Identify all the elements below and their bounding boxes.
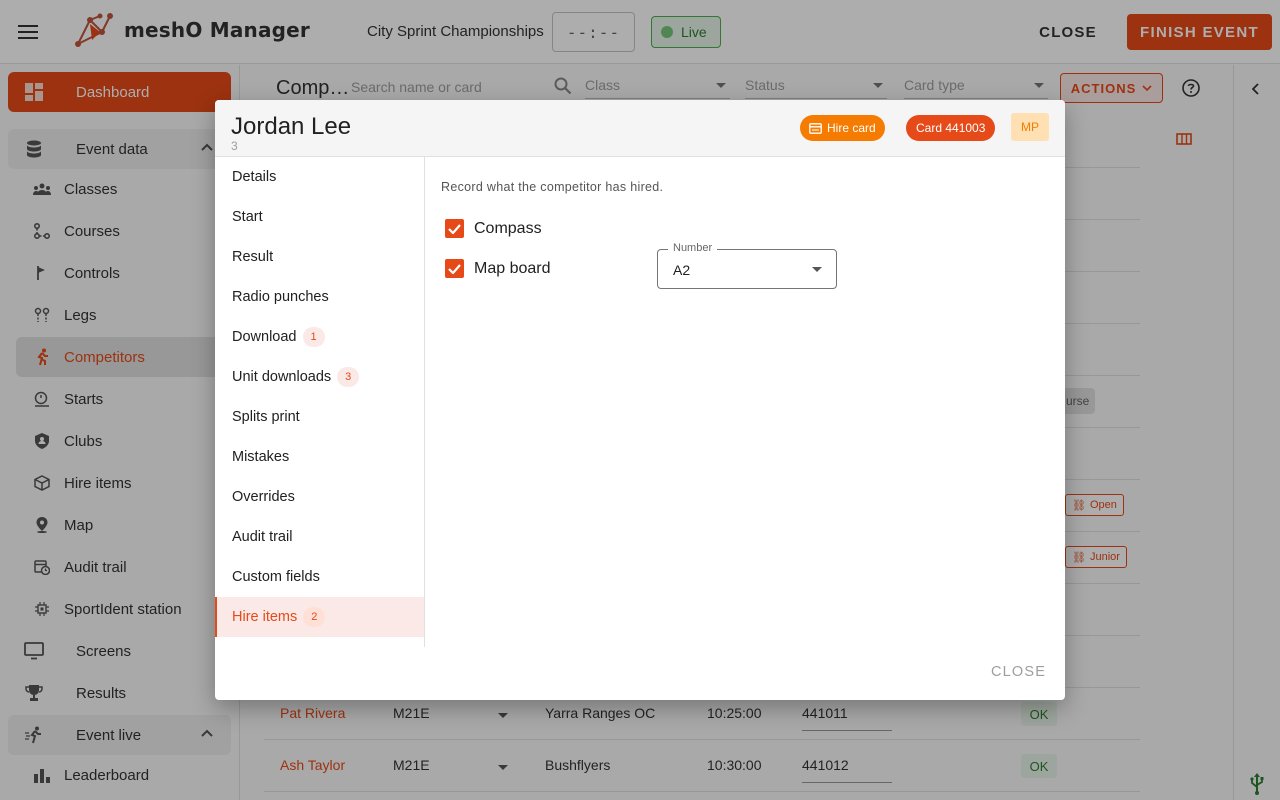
hire-items-panel: Record what the competitor has hired. Co… [425, 157, 1065, 647]
checkbox-checked-icon[interactable] [445, 259, 464, 278]
hire-card-chip[interactable]: Hire card [800, 115, 885, 141]
card-number-chip[interactable]: Card 441003 [906, 115, 996, 141]
map-board-number-select[interactable]: Number A2 [657, 242, 837, 289]
dialog-tab-custom-fields[interactable]: Custom fields [215, 557, 424, 597]
field-label: Number [668, 242, 718, 254]
dialog-tab-download[interactable]: Download 1 [215, 317, 424, 357]
competitor-name-title: Jordan Lee [231, 113, 352, 140]
card-icon [809, 122, 822, 134]
checkbox-checked-icon[interactable] [445, 219, 464, 238]
count-badge: 2 [303, 607, 326, 627]
competitor-dialog: Jordan Lee 3 Hire card Card 441003 MP De… [215, 100, 1065, 700]
count-badge: 1 [302, 327, 325, 347]
dialog-tab-unit-downloads[interactable]: Unit downloads 3 [215, 357, 424, 397]
mp-status-badge: MP [1011, 113, 1049, 141]
dialog-tab-details[interactable]: Details [215, 157, 424, 197]
compass-checkbox-row[interactable]: Compass [445, 219, 542, 238]
map-board-checkbox-row[interactable]: Map board [445, 259, 551, 278]
dialog-tab-overrides[interactable]: Overrides [215, 477, 424, 517]
competitor-number: 3 [231, 139, 238, 153]
checkbox-label: Map board [474, 259, 551, 277]
dialog-close-button[interactable]: CLOSE [991, 664, 1046, 680]
dialog-tab-audit-trail[interactable]: Audit trail [215, 517, 424, 557]
count-badge: 3 [337, 367, 360, 387]
dialog-header: Jordan Lee 3 Hire card Card 441003 MP [215, 100, 1065, 157]
checkbox-label: Compass [474, 219, 542, 237]
dialog-tab-splits-print[interactable]: Splits print [215, 397, 424, 437]
dialog-tab-start[interactable]: Start [215, 197, 424, 237]
dropdown-arrow-icon [812, 267, 822, 272]
dialog-tab-result[interactable]: Result [215, 237, 424, 277]
dialog-tab-mistakes[interactable]: Mistakes [215, 437, 424, 477]
field-value: A2 [673, 262, 691, 278]
dialog-tab-radio-punches[interactable]: Radio punches [215, 277, 424, 317]
panel-description: Record what the competitor has hired. [441, 180, 664, 194]
dialog-tab-hire-items[interactable]: Hire items 2 [215, 597, 424, 637]
dialog-nav: Details Start Result Radio punches Downl… [215, 157, 425, 647]
